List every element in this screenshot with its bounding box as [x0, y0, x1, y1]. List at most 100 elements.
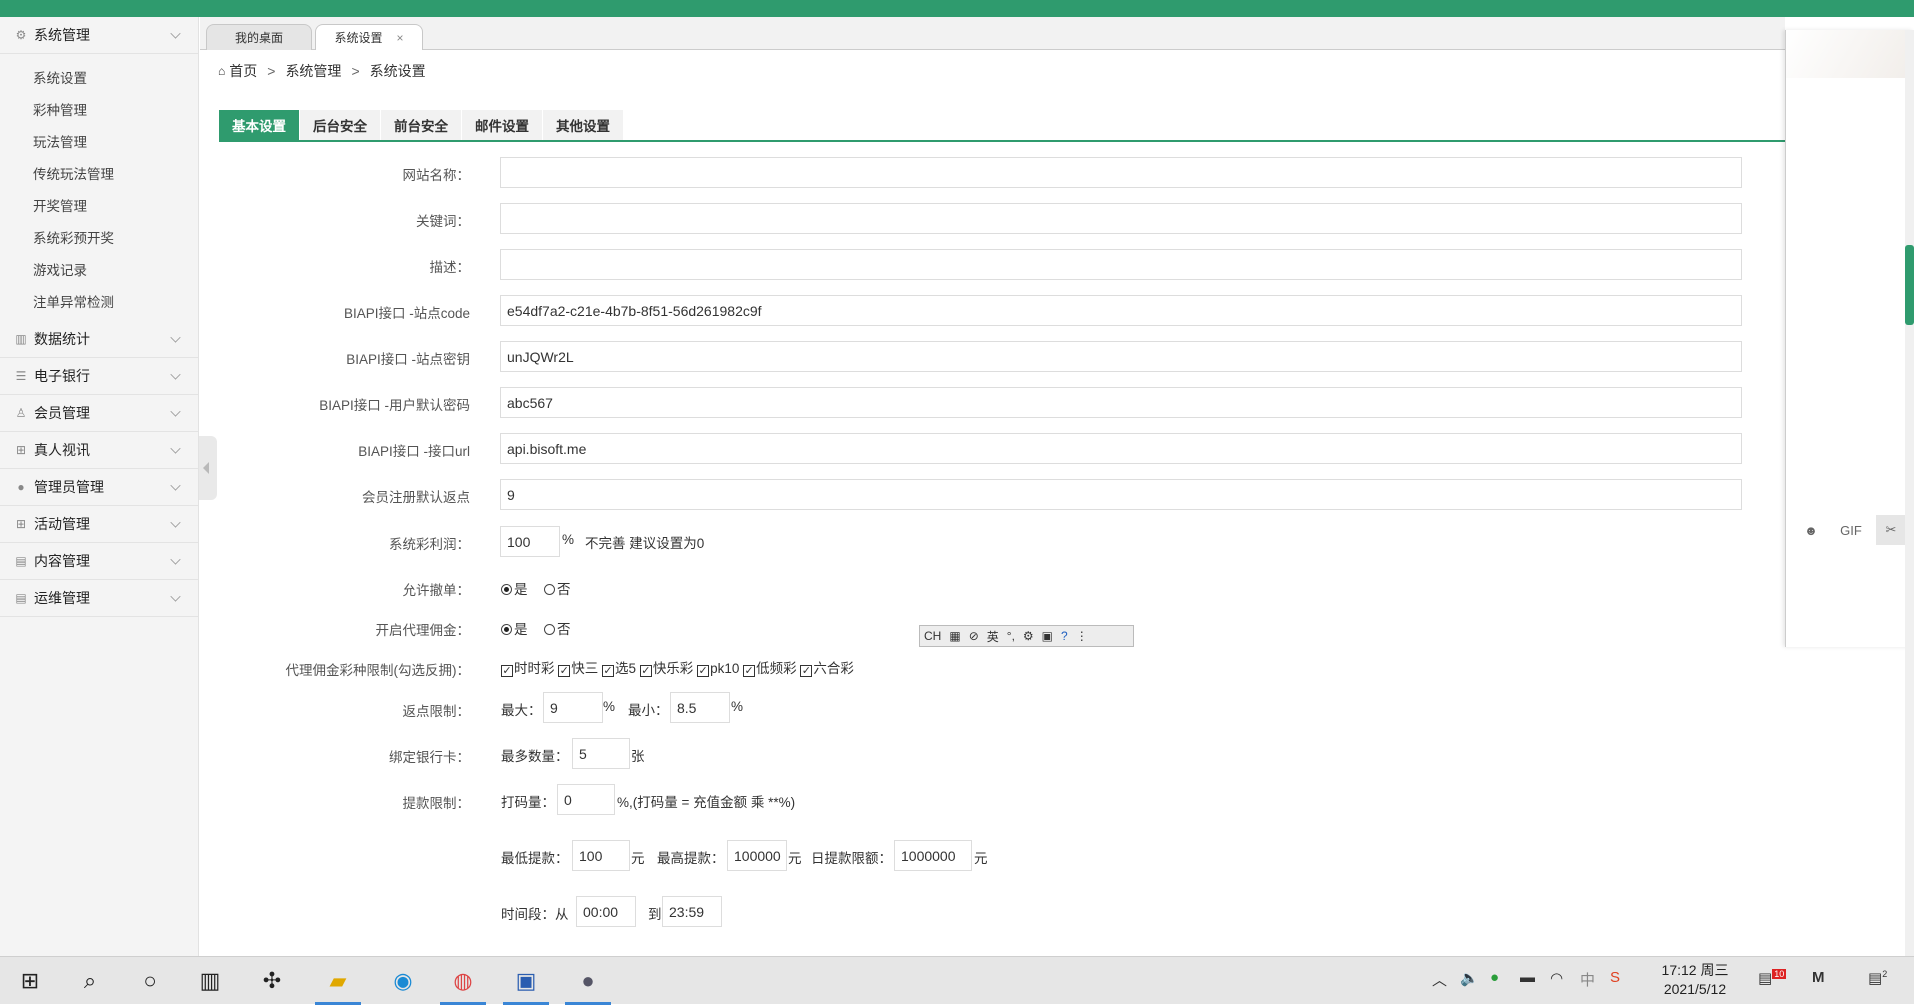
- checkbox-checked-icon[interactable]: ✓: [501, 665, 513, 677]
- tab-frontend-security[interactable]: 前台安全: [381, 110, 461, 140]
- task-view-icon[interactable]: ▥: [194, 965, 226, 997]
- sogou-ime-icon[interactable]: S: [1610, 969, 1620, 986]
- ime-punct-icon[interactable]: °,: [1007, 629, 1015, 643]
- radio-unchecked-icon[interactable]: [544, 584, 555, 595]
- register-rebate-input[interactable]: 9: [500, 479, 1742, 510]
- emoji-icon[interactable]: ☻: [1796, 515, 1826, 545]
- tab-system-settings[interactable]: 系统设置 ×: [315, 24, 423, 50]
- breadcrumb-system[interactable]: 系统管理: [285, 61, 341, 81]
- checkbox-k3[interactable]: ✓ 快三: [558, 661, 598, 677]
- checkbox-checked-icon[interactable]: ✓: [602, 665, 615, 677]
- m-app-icon[interactable]: M: [1812, 969, 1825, 986]
- tab-other-settings[interactable]: 其他设置: [543, 110, 623, 140]
- tab-basic-settings[interactable]: 基本设置: [219, 110, 299, 140]
- description-input[interactable]: [500, 249, 1742, 280]
- volume-icon[interactable]: 🔈: [1460, 969, 1479, 987]
- app-pinwheel-icon[interactable]: ✣: [256, 965, 288, 997]
- daily-limit-input[interactable]: 1000000: [894, 840, 972, 871]
- action-center-icon[interactable]: ▤2: [1868, 969, 1887, 987]
- sidebar-section-ebank[interactable]: ☰ 电子银行: [0, 358, 198, 395]
- sidebar-section-ops[interactable]: ▤ 运维管理: [0, 580, 198, 617]
- sidebar-item-pre-draw[interactable]: 系统彩预开奖: [0, 223, 198, 255]
- ime-indicator[interactable]: 中: [1580, 969, 1595, 990]
- sidebar-item-game-records[interactable]: 游戏记录: [0, 255, 198, 287]
- sidebar-item-system-settings[interactable]: 系统设置: [0, 63, 198, 95]
- cortana-circle-icon[interactable]: ○: [134, 965, 166, 997]
- ime-toolbar[interactable]: CH ▦ ⊘ 英 °, ⚙ ▣ ? ⋮: [919, 625, 1134, 647]
- agent-commission-no[interactable]: 否: [544, 618, 571, 638]
- chrome-browser-icon[interactable]: ◍: [440, 965, 486, 1005]
- checkbox-pk10[interactable]: ✓ pk10: [697, 661, 739, 677]
- search-icon[interactable]: ⌕: [74, 965, 106, 997]
- ime-screenshot-icon[interactable]: ▣: [1042, 629, 1053, 643]
- checkbox-klc[interactable]: ✓ 快乐彩: [639, 661, 693, 677]
- checkbox-checked-icon[interactable]: ✓: [697, 665, 710, 677]
- edge-browser-icon[interactable]: ◉: [387, 965, 419, 997]
- profit-input[interactable]: 100: [500, 526, 560, 557]
- sidebar-item-lottery-types[interactable]: 彩种管理: [0, 95, 198, 127]
- windows-start-icon[interactable]: ⊞: [14, 965, 46, 997]
- sidebar-section-content[interactable]: ▤ 内容管理: [0, 543, 198, 580]
- file-explorer-icon[interactable]: ▰: [315, 965, 361, 1005]
- checkbox-lhc[interactable]: ✓ 六合彩: [800, 661, 854, 677]
- checkbox-checked-icon[interactable]: ✓: [800, 665, 813, 677]
- ime-help-icon[interactable]: ?: [1061, 629, 1068, 643]
- network-app-icon[interactable]: ▣: [503, 965, 549, 1005]
- sidebar-item-draw-manage[interactable]: 开奖管理: [0, 191, 198, 223]
- checkbox-checked-icon[interactable]: ✓: [743, 665, 756, 677]
- time-from-input[interactable]: 00:00: [576, 896, 636, 927]
- sidebar-section-members[interactable]: ♙ 会员管理: [0, 395, 198, 432]
- max-withdraw-input[interactable]: 100000: [727, 840, 787, 871]
- ime-lang-button[interactable]: CH: [924, 629, 941, 643]
- time-to-input[interactable]: 23:59: [662, 896, 722, 927]
- checkbox-dpc[interactable]: ✓ 低频彩: [743, 661, 797, 677]
- radio-checked-icon[interactable]: [501, 584, 512, 595]
- sidebar-section-live-video[interactable]: ⊞ 真人视讯: [0, 432, 198, 469]
- sidebar-collapse-handle[interactable]: [199, 436, 217, 500]
- page-scrollbar[interactable]: [1905, 30, 1914, 956]
- close-icon[interactable]: ×: [397, 31, 404, 45]
- checkbox-checked-icon[interactable]: ✓: [639, 665, 652, 677]
- checkbox-ssc[interactable]: ✓ 时时彩: [501, 661, 555, 677]
- sidebar-item-play-manage[interactable]: 玩法管理: [0, 127, 198, 159]
- sidebar-item-bet-anomaly[interactable]: 注单异常检测: [0, 287, 198, 319]
- gif-icon[interactable]: GIF: [1836, 515, 1866, 545]
- security-app-icon[interactable]: ●: [1490, 969, 1499, 986]
- checkbox-x5[interactable]: ✓ 选5: [602, 661, 636, 677]
- ime-block-icon[interactable]: ⊘: [969, 629, 979, 643]
- breadcrumb-home[interactable]: 首页: [229, 61, 257, 81]
- taskbar-clock[interactable]: 17:12 周三 2021/5/12: [1650, 961, 1740, 999]
- biapi-secret-input[interactable]: unJQWr2L: [500, 341, 1742, 372]
- sidebar-item-traditional-play[interactable]: 传统玩法管理: [0, 159, 198, 191]
- allow-cancel-yes[interactable]: 是: [501, 578, 528, 598]
- agent-commission-yes[interactable]: 是: [501, 618, 528, 638]
- battery-icon[interactable]: ▬: [1520, 969, 1535, 986]
- sidebar-section-stats[interactable]: ▥ 数据统计: [0, 321, 198, 358]
- ime-keyboard-icon[interactable]: ▦: [949, 629, 960, 643]
- ime-more-icon[interactable]: ⋮: [1076, 629, 1088, 643]
- radio-unchecked-icon[interactable]: [544, 624, 555, 635]
- chat-app-icon[interactable]: ●: [565, 965, 611, 1005]
- rebate-min-input[interactable]: 8.5: [670, 692, 730, 723]
- rebate-max-input[interactable]: 9: [543, 692, 603, 723]
- min-withdraw-input[interactable]: 100: [572, 840, 630, 871]
- sidebar-section-system[interactable]: ⚙ 系统管理: [0, 17, 198, 54]
- sidebar-section-admins[interactable]: ● 管理员管理: [0, 469, 198, 506]
- biapi-code-input[interactable]: e54df7a2-c21e-4b7b-8f51-56d261982c9f: [500, 295, 1742, 326]
- biapi-url-input[interactable]: api.bisoft.me: [500, 433, 1742, 464]
- tab-mail-settings[interactable]: 邮件设置: [462, 110, 542, 140]
- bet-amount-input[interactable]: 0: [557, 784, 615, 815]
- ime-en-button[interactable]: 英: [987, 628, 999, 645]
- notification-app-icon[interactable]: ▤ 10: [1758, 969, 1787, 987]
- tray-chevron-up-icon[interactable]: ︿: [1432, 969, 1447, 990]
- checkbox-checked-icon[interactable]: ✓: [558, 665, 571, 677]
- tab-backend-security[interactable]: 后台安全: [300, 110, 380, 140]
- bank-card-max-input[interactable]: 5: [572, 738, 630, 769]
- ime-settings-icon[interactable]: ⚙: [1023, 629, 1034, 643]
- radio-checked-icon[interactable]: [501, 624, 512, 635]
- tab-my-desktop[interactable]: 我的桌面: [206, 24, 312, 50]
- site-name-input[interactable]: [500, 157, 1742, 188]
- scissors-icon[interactable]: ✂: [1876, 515, 1906, 545]
- scrollbar-thumb[interactable]: [1905, 245, 1914, 325]
- biapi-default-password-input[interactable]: abc567: [500, 387, 1742, 418]
